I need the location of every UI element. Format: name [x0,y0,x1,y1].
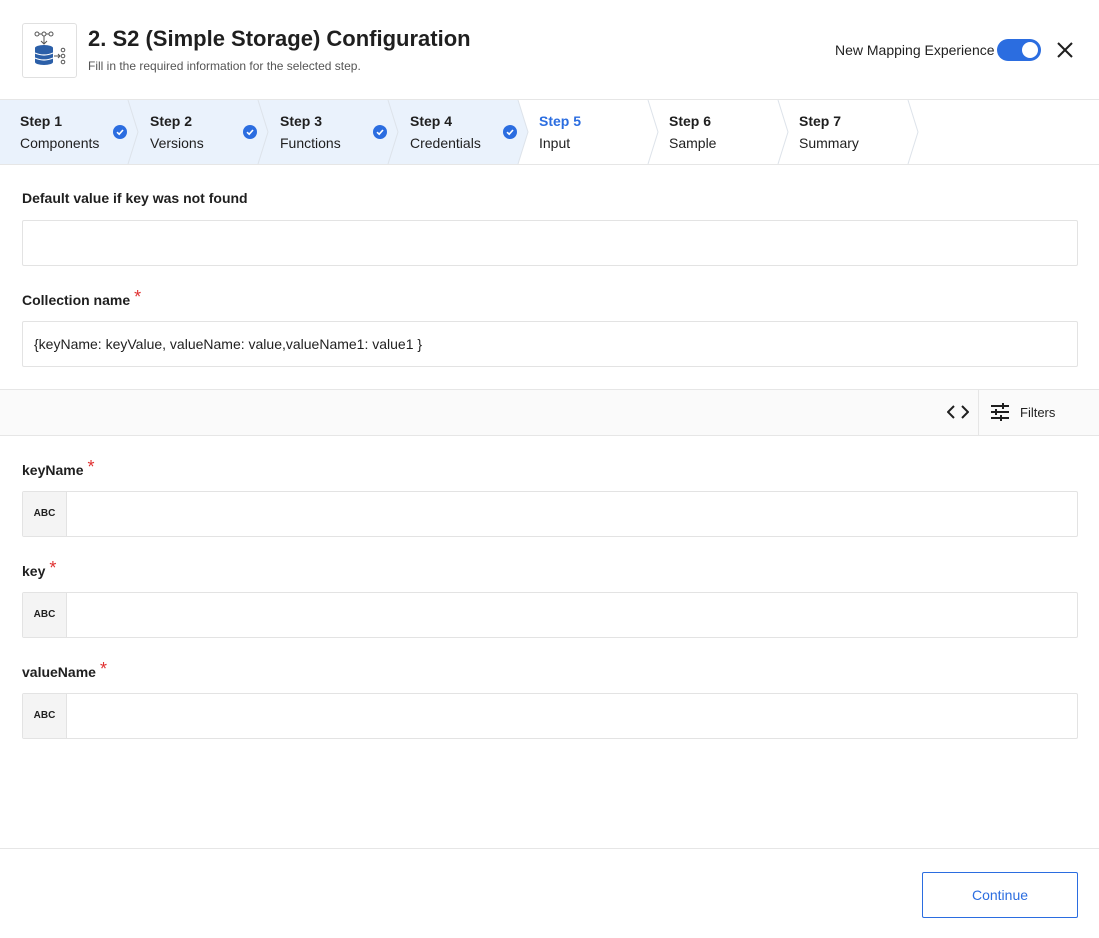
valuename-value[interactable] [68,694,1077,738]
string-type-badge: ABC [23,694,67,738]
step-number: Step 6 [669,113,712,129]
step-components[interactable]: Step 1 Components [0,100,130,164]
check-circle-icon [243,125,257,139]
continue-button[interactable]: Continue [922,872,1078,918]
sliders-icon [991,403,1009,421]
collection-name-label: Collection name * [22,287,142,310]
key-label: key * [22,558,57,581]
step-label: Summary [799,135,859,151]
mapping-toggle-label: New Mapping Experience [835,42,995,58]
required-marker: * [99,659,107,679]
required-marker: * [87,457,95,477]
step-label: Sample [669,135,717,151]
check-circle-icon [503,125,517,139]
check-circle-icon [113,125,127,139]
valuename-label: valueName * [22,659,107,682]
check-circle-icon [373,125,387,139]
step-summary[interactable]: Step 7 Summary [779,100,909,164]
step-number: Step 5 [539,113,582,129]
collection-name-input[interactable]: {keyName: keyValue, valueName: value,val… [22,321,1078,367]
step-functions[interactable]: Step 3 Functions [260,100,390,164]
default-value-label: Default value if key was not found [22,190,248,206]
step-label: Functions [280,135,341,151]
close-button[interactable] [1053,38,1077,62]
close-icon [1057,42,1073,58]
step-input[interactable]: Step 5 Input [519,100,649,164]
new-mapping-toggle[interactable] [997,39,1041,61]
filters-label: Filters [1020,405,1056,420]
step-label: Versions [150,135,204,151]
step-sample[interactable]: Step 6 Sample [649,100,779,164]
database-flow-icon [22,23,77,78]
step-label: Input [539,135,571,151]
key-input[interactable]: ABC [22,592,1078,638]
keyname-label: keyName * [22,457,95,480]
field-label-text: valueName [22,664,96,680]
field-label-text: key [22,563,46,579]
keyname-value[interactable] [68,492,1077,536]
step-number: Step 7 [799,113,842,129]
required-marker: * [134,287,142,307]
step-number: Step 4 [410,113,453,129]
filters-button[interactable]: Filters [980,390,1080,435]
string-type-badge: ABC [23,593,67,637]
string-type-badge: ABC [23,492,67,536]
step-number: Step 2 [150,113,193,129]
keyname-input[interactable]: ABC [22,491,1078,537]
code-brackets-icon [947,405,969,419]
required-marker: * [49,558,57,578]
step-number: Step 3 [280,113,323,129]
field-label-text: Collection name [22,292,131,308]
toggle-knob [1022,42,1038,58]
key-value[interactable] [68,593,1077,637]
step-number: Step 1 [20,113,63,129]
dialog-footer: Continue [0,848,1099,938]
page-subtitle: Fill in the required information for the… [88,59,361,73]
field-label-text: keyName [22,462,84,478]
mapping-toolbar: Filters [0,389,1099,436]
page-title: 2. S2 (Simple Storage) Configuration [88,26,471,51]
default-value-input[interactable] [22,220,1078,266]
step-label: Components [20,135,100,151]
step-credentials[interactable]: Step 4 Credentials [390,100,520,164]
step-navigator: Step 1 Components Step 2 Versions Step 3… [0,100,1099,165]
step-versions[interactable]: Step 2 Versions [130,100,260,164]
step-label: Credentials [410,135,481,151]
code-view-button[interactable] [939,390,979,435]
valuename-input[interactable]: ABC [22,693,1078,739]
dialog-header: 2. S2 (Simple Storage) Configuration Fil… [0,0,1099,100]
